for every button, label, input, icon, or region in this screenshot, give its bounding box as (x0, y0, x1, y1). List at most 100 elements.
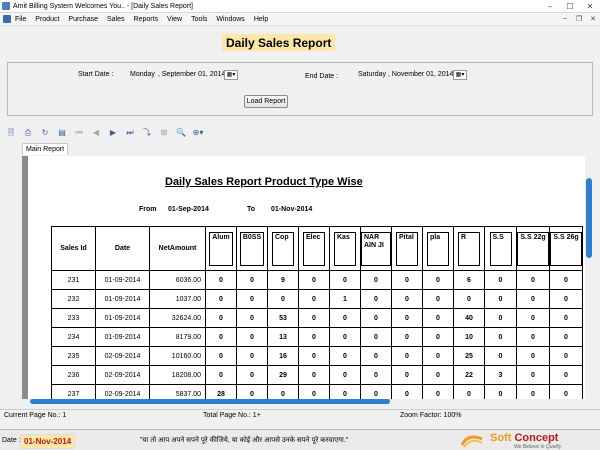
column-header-label: B0SS (239, 231, 265, 266)
start-date-value[interactable]: , September 01, 2014 (158, 71, 225, 78)
table-cell: 0 (422, 346, 454, 366)
end-date-value[interactable]: , November 01, 2014 (388, 71, 453, 78)
motivational-quote: "या तो आप अपने सपने पूरे कीजिये, या कोई … (140, 437, 349, 444)
next-page-icon[interactable]: ▶ (107, 127, 119, 138)
print-icon[interactable]: ⎙ (22, 127, 34, 138)
table-cell: 18208.00 (149, 365, 206, 385)
load-report-button[interactable]: Load Report (244, 95, 288, 108)
first-page-icon[interactable]: ⏮ (73, 127, 85, 138)
stop-icon[interactable]: ⊠ (158, 127, 170, 138)
zoom-factor-status: Zoom Factor: 100% (400, 412, 462, 419)
table-cell: 0 (549, 308, 583, 328)
table-cell: 0 (422, 270, 454, 290)
table-cell: 0 (549, 289, 583, 309)
table-row: 232 01-09-2014 1037.00 0 0 0 0 1 0 0 0 0 0 0 0 (51, 289, 583, 309)
table-cell: 0 (484, 289, 517, 309)
table-cell: 29 (267, 365, 299, 385)
document-icon[interactable] (3, 15, 11, 23)
menu-windows[interactable]: Windows (216, 16, 244, 23)
column-header: R (453, 226, 485, 271)
table-cell: 0 (484, 384, 517, 399)
window-title: Amit Billing System Welcomes You.. - [Da… (13, 2, 193, 10)
table-cell: 0 (422, 308, 454, 328)
mdi-minimize-icon[interactable]: – (558, 15, 572, 23)
table-cell: 01-09-2014 (95, 289, 150, 309)
table-cell: 02-09-2014 (95, 365, 150, 385)
table-row: 234 01-09-2014 8179.00 0 0 13 0 0 0 0 0 10 0 0 0 (51, 327, 583, 347)
table-cell: 0 (360, 308, 392, 328)
table-cell: 0 (267, 289, 299, 309)
column-header-label: Elec (303, 231, 325, 266)
maximize-icon[interactable]: ☐ (560, 2, 580, 11)
menu-view[interactable]: View (167, 16, 182, 23)
table-cell: 0 (236, 346, 268, 366)
table-cell: 1 (329, 289, 361, 309)
table-cell: 0 (516, 384, 550, 399)
menu-file[interactable]: File (15, 16, 26, 23)
horizontal-scrollbar[interactable] (22, 399, 585, 405)
table-cell: 0 (236, 270, 268, 290)
end-date-label: End Date : (305, 73, 339, 80)
table-cell: 0 (329, 346, 361, 366)
table-cell: 0 (205, 365, 237, 385)
table-cell: 0 (360, 270, 392, 290)
menu-tools[interactable]: Tools (191, 16, 207, 23)
table-cell: 0 (329, 270, 361, 290)
table-cell: 0 (391, 346, 423, 366)
column-header: Kas (329, 226, 361, 271)
export-icon[interactable]: 🗎 (5, 127, 17, 138)
menu-product[interactable]: Product (35, 16, 59, 23)
table-cell: 0 (329, 308, 361, 328)
refresh-icon[interactable]: ↻ (39, 127, 51, 138)
zoom-icon[interactable]: ⊕▾ (192, 127, 204, 138)
minimize-icon[interactable]: – (540, 2, 560, 11)
app-footer: Date : 01-Nov-2014 "या तो आप अपने सपने प… (0, 429, 600, 450)
column-header: NetAmount (149, 226, 206, 271)
column-header: Cop (267, 226, 299, 271)
column-header: Alum (205, 226, 237, 271)
menu-purchase[interactable]: Purchase (68, 16, 98, 23)
menu-sales[interactable]: Sales (107, 16, 125, 23)
mdi-close-icon[interactable]: ✕ (586, 15, 600, 23)
table-cell: 0 (422, 327, 454, 347)
horizontal-scroll-thumb[interactable] (30, 399, 390, 404)
table-cell: 6 (453, 270, 485, 290)
table-row: 233 01-09-2014 32624.00 0 0 53 0 0 0 0 0 40 0 0 0 (51, 308, 583, 328)
tab-main-report[interactable]: Main Report (22, 143, 69, 155)
group-tree-icon[interactable]: ▤ (56, 127, 68, 138)
table-cell: 32624.00 (149, 308, 206, 328)
vertical-scroll-thumb[interactable] (586, 178, 592, 258)
table-cell: 0 (360, 327, 392, 347)
vertical-scrollbar[interactable] (585, 156, 593, 399)
last-page-icon[interactable]: ⏭ (124, 127, 136, 138)
report-page: Daily Sales Report Product Type Wise Fro… (22, 156, 585, 399)
start-day-value[interactable]: Monday (130, 71, 155, 78)
previous-page-icon[interactable]: ◀ (90, 127, 102, 138)
table-cell: 237 (51, 384, 96, 399)
table-cell: 0 (516, 270, 550, 290)
table-cell: 0 (516, 327, 550, 347)
table-cell: 0 (298, 384, 330, 399)
table-cell: 0 (298, 346, 330, 366)
column-header-label: pla (427, 231, 449, 266)
table-cell: 0 (236, 365, 268, 385)
column-header-label: Alum (209, 231, 233, 266)
table-row: 236 02-09-2014 18208.00 0 0 29 0 0 0 0 0 22 3 0 0 (51, 365, 583, 385)
table-cell: 0 (453, 384, 485, 399)
close-icon[interactable]: ✕ (580, 2, 600, 11)
table-row: 231 01-09-2014 6036.00 0 0 9 0 0 0 0 0 6 0 0 0 (51, 270, 583, 290)
menu-help[interactable]: Help (254, 16, 268, 23)
menu-reports[interactable]: Reports (134, 16, 159, 23)
table-cell: 0 (391, 308, 423, 328)
start-date-calendar-icon[interactable]: ▦▾ (224, 70, 238, 80)
mdi-restore-icon[interactable]: ❐ (572, 15, 586, 23)
find-icon[interactable]: 🔍 (175, 127, 187, 138)
end-date-calendar-icon[interactable]: ▦▾ (453, 70, 467, 80)
goto-page-icon[interactable]: ⤵ (141, 127, 153, 138)
to-date: 01-Nov-2014 (271, 206, 313, 213)
column-header: Sales Id (51, 226, 96, 271)
column-header: NAR AIN JI (360, 226, 392, 271)
end-day-value[interactable]: Saturday (358, 71, 386, 78)
table-cell: 5837.00 (149, 384, 206, 399)
date-label: Date : (2, 437, 21, 444)
